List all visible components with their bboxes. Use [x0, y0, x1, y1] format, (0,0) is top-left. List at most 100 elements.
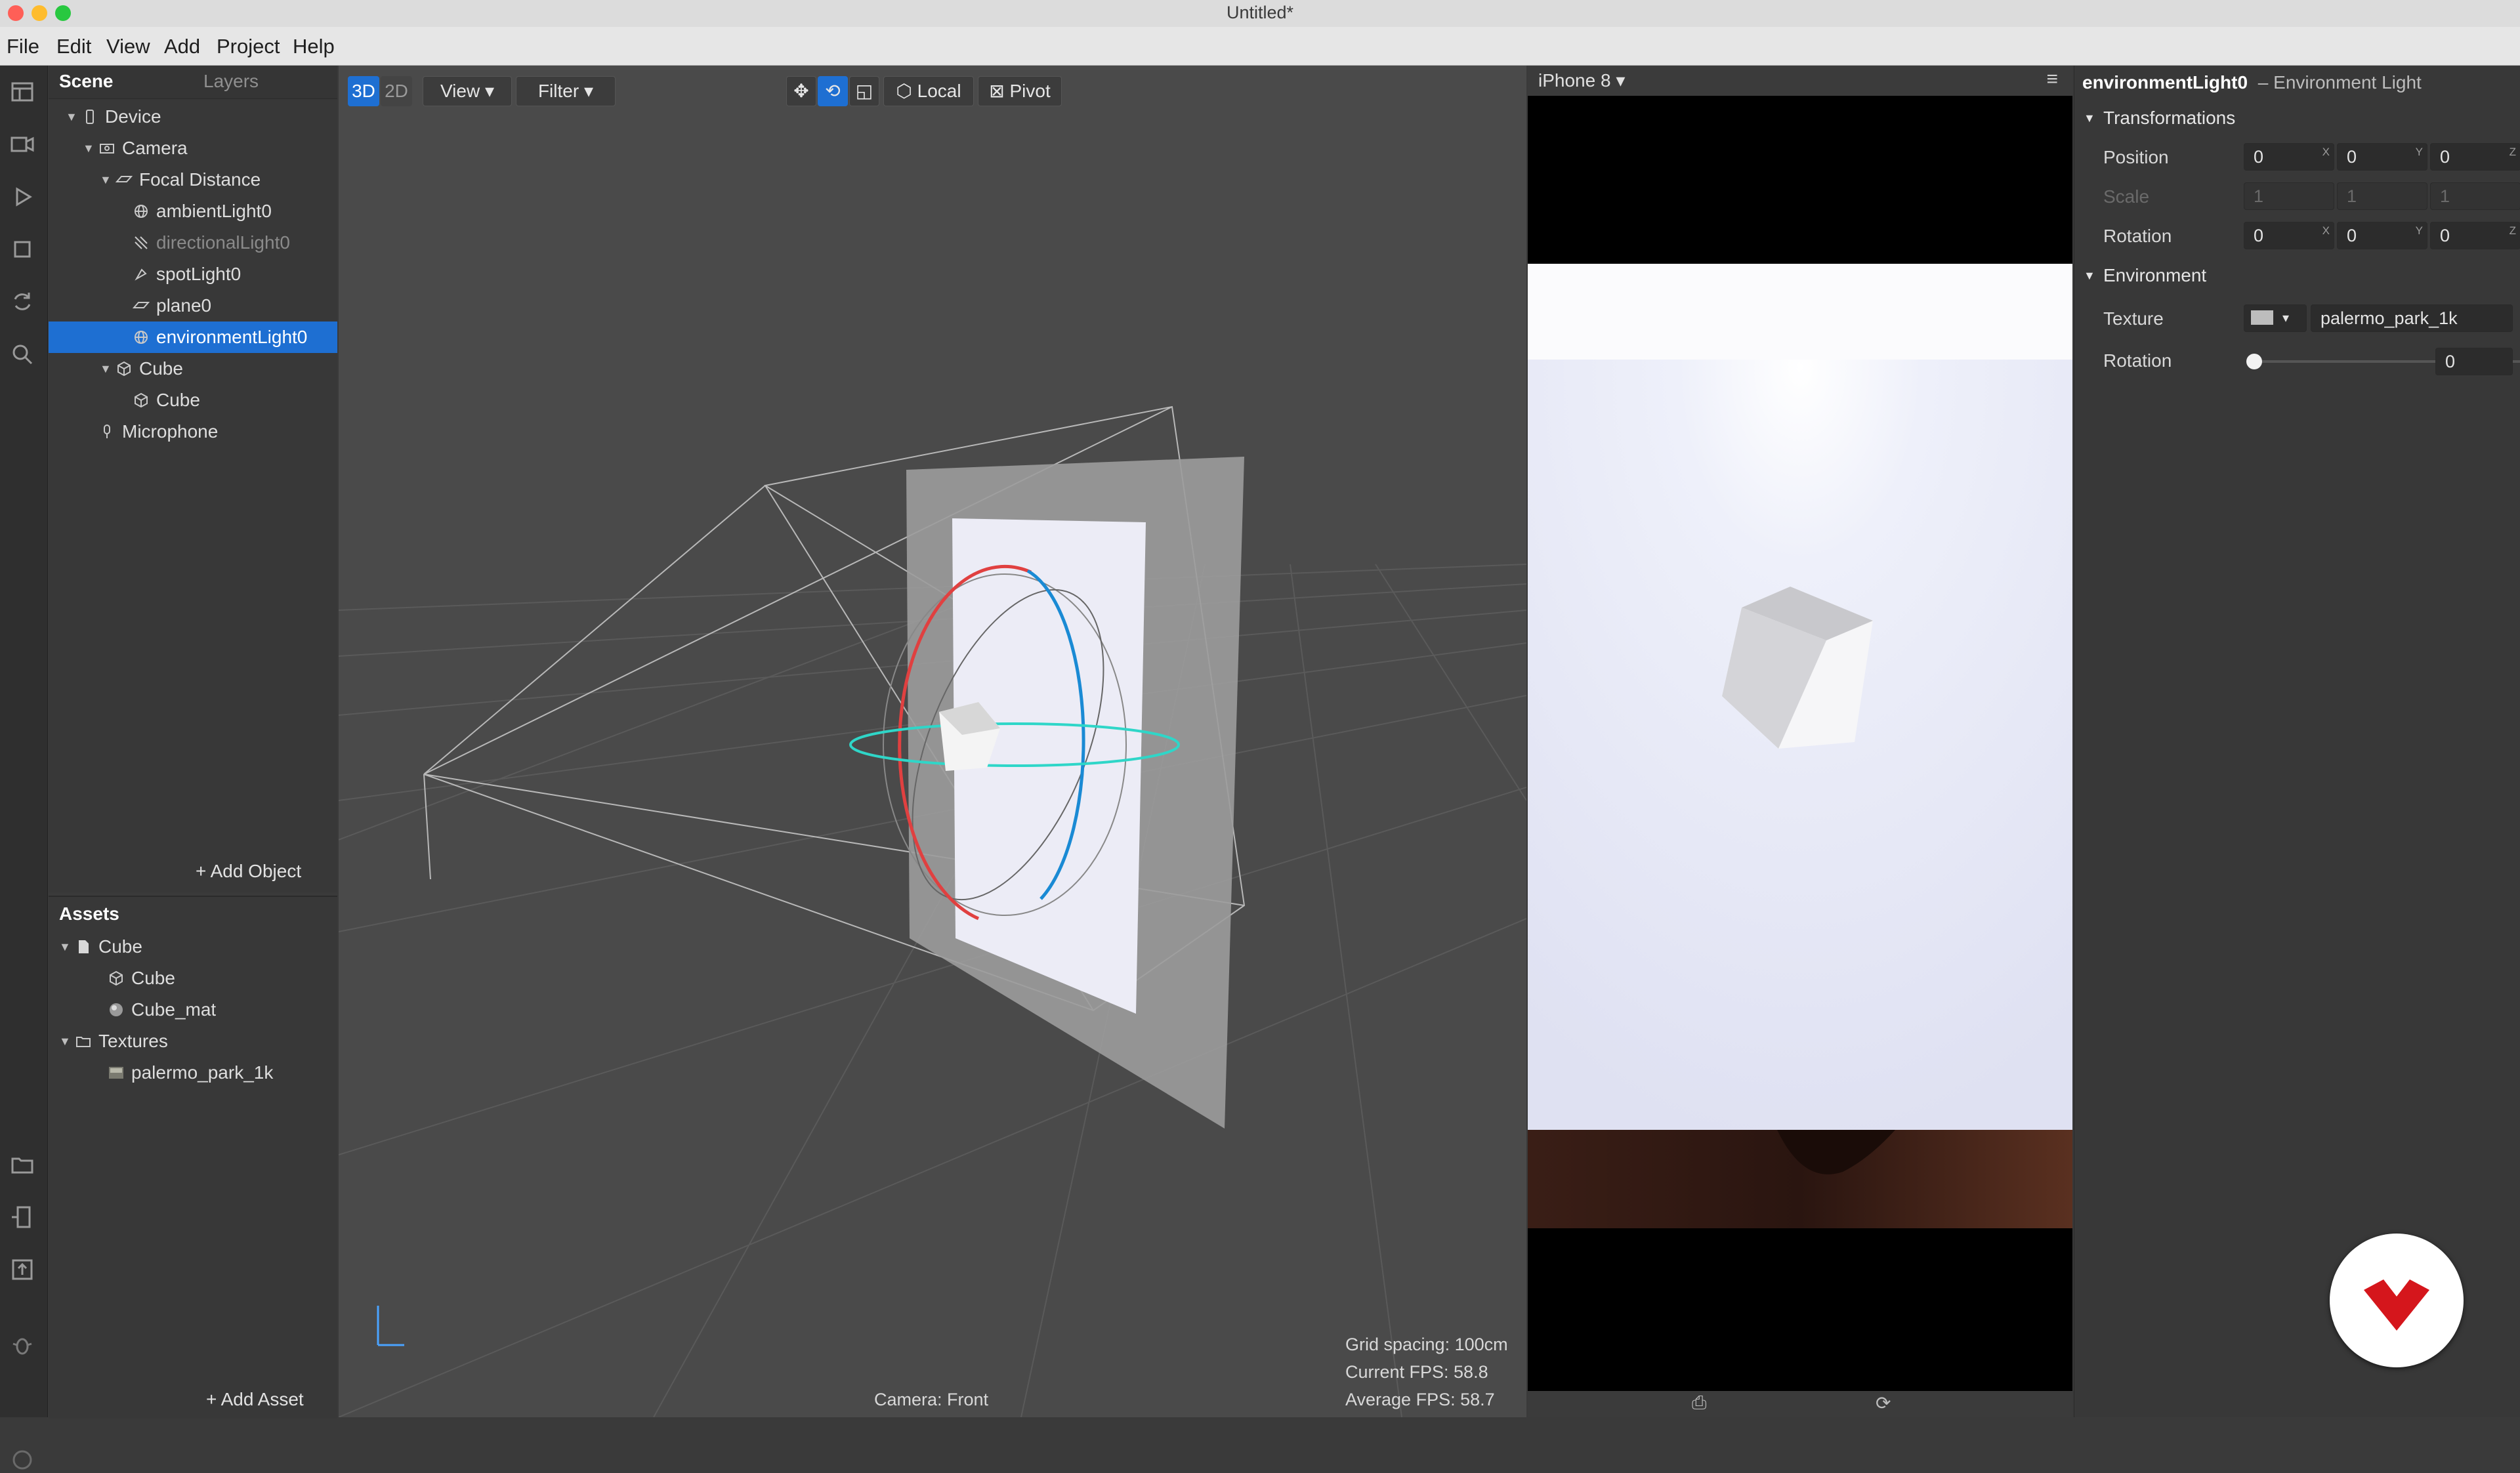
- device-preview-footer: ⎙ ⟳: [1528, 1391, 2072, 1417]
- bug-icon[interactable]: [9, 1332, 35, 1358]
- menu-icon[interactable]: ≡: [2046, 68, 2058, 91]
- add-asset-button[interactable]: + Add Asset: [206, 1389, 304, 1410]
- menu-bar: File Edit View Add Project Help: [0, 27, 2520, 66]
- help-icon[interactable]: [9, 1447, 35, 1473]
- scale-icon: ◱: [855, 81, 873, 101]
- rotation-label: Rotation: [2103, 226, 2172, 246]
- position-z-field[interactable]: 0Z: [2430, 143, 2520, 171]
- tree-row[interactable]: ▼ Device: [49, 101, 337, 133]
- position-z-value: 0: [2440, 147, 2450, 167]
- menu-view[interactable]: View: [106, 35, 150, 58]
- add-object-button[interactable]: + Add Object: [196, 861, 301, 882]
- environment-title: Environment: [2103, 265, 2207, 285]
- screenshot-icon[interactable]: ⎙: [1692, 1392, 1706, 1414]
- layout-icon[interactable]: [9, 79, 35, 105]
- tree-row[interactable]: ambientLight0: [49, 196, 337, 227]
- expand-arrow-icon[interactable]: ▼: [59, 1026, 71, 1057]
- expand-arrow-icon[interactable]: ▼: [100, 353, 112, 384]
- tree-row[interactable]: Cube: [49, 963, 337, 994]
- chevron-down-icon: ▾: [583, 81, 594, 101]
- refresh-icon[interactable]: [9, 289, 35, 315]
- slider-knob[interactable]: [2246, 354, 2262, 369]
- tree-row[interactable]: ▼ Cube: [49, 931, 337, 963]
- tab-scene[interactable]: Scene: [59, 71, 114, 92]
- tab-layers[interactable]: Layers: [203, 71, 259, 92]
- expand-arrow-icon[interactable]: ▼: [66, 101, 77, 133]
- tree-row-label: Camera: [122, 138, 188, 158]
- menu-file[interactable]: File: [7, 35, 39, 58]
- expand-arrow-icon[interactable]: ▼: [83, 133, 94, 164]
- scale-tool-button[interactable]: ◱: [849, 76, 879, 106]
- tree-row[interactable]: ▼ Cube: [49, 353, 337, 384]
- rotation-y-field[interactable]: 0Y: [2337, 222, 2427, 249]
- tree-row[interactable]: Cube: [49, 384, 337, 416]
- search-icon[interactable]: [9, 341, 35, 367]
- app-logo: [2330, 1234, 2464, 1367]
- rotation-x-field[interactable]: 0X: [2244, 222, 2334, 249]
- rotate-tool-button[interactable]: ⟲: [818, 76, 848, 106]
- position-y-value: 0: [2347, 147, 2357, 167]
- position-y-field[interactable]: 0Y: [2337, 143, 2427, 171]
- tree-row[interactable]: Cube_mat: [49, 994, 337, 1026]
- upload-icon[interactable]: [9, 1256, 35, 1283]
- rotation-z-field[interactable]: 0Z: [2430, 222, 2520, 249]
- axis-x-label: X: [2322, 146, 2330, 158]
- tree-row[interactable]: spotLight0: [49, 259, 337, 290]
- cube-icon: [110, 970, 123, 986]
- local-space-button[interactable]: ⬡ Local: [883, 76, 974, 106]
- scale-y-value: 1: [2347, 186, 2357, 206]
- menu-add[interactable]: Add: [164, 35, 200, 58]
- tree-row[interactable]: plane0: [49, 290, 337, 322]
- axis-y-label: Y: [2415, 224, 2423, 237]
- tree-row[interactable]: directionalLight0: [49, 227, 337, 259]
- globe-icon: [135, 331, 148, 344]
- inspector-object-name: environmentLight0: [2082, 72, 2248, 93]
- camera-label: Camera: Front: [874, 1390, 989, 1409]
- move-tool-button[interactable]: ✥: [786, 76, 816, 106]
- texture-picker[interactable]: ▾: [2244, 304, 2307, 332]
- filter-dropdown[interactable]: Filter ▾: [516, 76, 616, 106]
- device-name: iPhone 8: [1538, 70, 1611, 91]
- scene-viewport[interactable]: 3D 2D View ▾ Filter ▾ ✥ ⟲ ◱ ⬡ Local ⊠ Pi…: [339, 66, 1526, 1417]
- play-icon[interactable]: [9, 184, 35, 210]
- folder-import-icon[interactable]: [9, 1151, 35, 1178]
- expand-arrow-icon[interactable]: ▼: [100, 164, 112, 196]
- chevron-down-icon: ▼: [2084, 112, 2095, 125]
- assets-title: Assets: [59, 903, 119, 924]
- rotation-x-value: 0: [2254, 226, 2264, 245]
- env-rotation-field[interactable]: 0: [2435, 348, 2513, 375]
- menu-edit[interactable]: Edit: [56, 35, 91, 58]
- stop-icon[interactable]: [9, 236, 35, 262]
- move-icon: ✥: [793, 81, 809, 101]
- pivot-button[interactable]: ⊠ Pivot: [978, 76, 1062, 106]
- expand-arrow-icon[interactable]: ▼: [59, 931, 71, 963]
- pivot-icon: ⊠: [989, 81, 1005, 101]
- inspector-object-type: – Environment Light: [2258, 72, 2422, 93]
- video-icon[interactable]: [9, 131, 35, 157]
- device-send-icon[interactable]: [9, 1204, 35, 1230]
- menu-help[interactable]: Help: [293, 35, 335, 58]
- axis-z-label: Z: [2509, 146, 2516, 158]
- mode-2d-button[interactable]: 2D: [381, 76, 412, 106]
- menu-project[interactable]: Project: [217, 35, 280, 58]
- tree-row-label: Cube: [98, 936, 142, 957]
- env-rotation-value: 0: [2445, 352, 2456, 371]
- tree-row[interactable]: environmentLight0: [49, 322, 337, 353]
- texture-name-field[interactable]: palermo_park_1k: [2311, 304, 2513, 332]
- scene-tabs: Scene Layers: [49, 66, 337, 99]
- inspector-header: environmentLight0 – Environment Light: [2082, 72, 2422, 93]
- tree-row[interactable]: ▼ Textures: [49, 1026, 337, 1057]
- mode-3d-button[interactable]: 3D: [348, 76, 379, 106]
- viewport-canvas[interactable]: [339, 66, 1526, 1417]
- tree-row[interactable]: ▼ Camera: [49, 133, 337, 164]
- tree-row[interactable]: palermo_park_1k: [49, 1057, 337, 1089]
- position-x-field[interactable]: 0X: [2244, 143, 2334, 171]
- rotate-device-icon[interactable]: ⟳: [1876, 1392, 1891, 1414]
- scale-x-field: 1: [2244, 182, 2334, 210]
- view-dropdown[interactable]: View ▾: [423, 76, 512, 106]
- current-fps-readout: Current FPS: 58.8: [1345, 1362, 1488, 1382]
- plane-icon: [116, 176, 133, 182]
- tree-row[interactable]: ▼ Focal Distance: [49, 164, 337, 196]
- tree-row[interactable]: Microphone: [49, 416, 337, 447]
- device-selector[interactable]: iPhone 8 ▾: [1538, 70, 1625, 91]
